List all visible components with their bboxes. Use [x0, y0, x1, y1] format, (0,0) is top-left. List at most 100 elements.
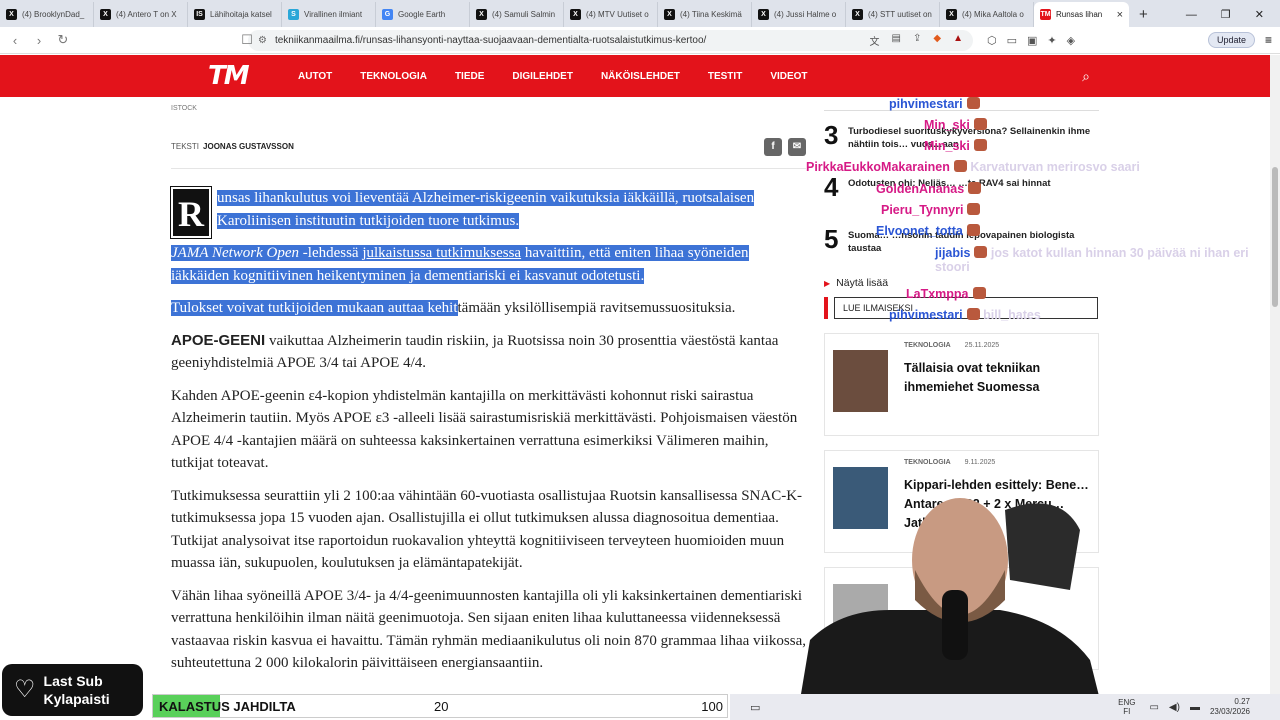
tab-label: (4) Jussi Halme o: [774, 10, 837, 19]
author-label: TEKSTI: [171, 141, 200, 151]
browser-tab[interactable]: X (4) BrooklynDad_: [0, 2, 94, 27]
browser-tab[interactable]: X (4) Mika Aaltola o: [940, 2, 1034, 27]
chat-username: jijabis: [935, 246, 971, 260]
network-icon[interactable]: ▭: [1149, 702, 1158, 713]
chat-text: bill_hates: [983, 308, 1041, 322]
paragraph-6: Tutkimuksessa seurattiin yli 2 100:aa vä…: [171, 487, 803, 572]
chat-message: GoldenAnanas: [876, 182, 1276, 196]
browser-toolbar: ‹ › ↻ ☐ ⚙ tekniikanmaailma.fi/runsas-lih…: [0, 27, 1280, 54]
share-buttons: f ✉: [764, 138, 806, 156]
ad-accent-bar: [824, 297, 828, 319]
browser-tab[interactable]: X (4) Samuli Salmin: [470, 2, 564, 27]
menu-item-digilehdet[interactable]: DIGILEHDET: [498, 71, 587, 82]
site-info-icon[interactable]: ⚙: [258, 35, 267, 46]
language-indicator[interactable]: ENG FI: [1118, 698, 1135, 716]
wallet-icon[interactable]: ▣: [1027, 34, 1037, 47]
share-icon[interactable]: ⇪: [913, 33, 921, 48]
chat-emote-icon: [974, 246, 988, 258]
subheading-apoe: APOE-GEENI: [171, 331, 266, 349]
browser-tab[interactable]: S Virallinen ilmiant: [282, 2, 376, 27]
chat-username: Elvoonet_totta: [876, 224, 963, 238]
site-header: TM AUTOT TEKNOLOGIA TIEDE DIGILEHDET NÄKÖISL…: [0, 55, 1270, 97]
study-link[interactable]: julkaistussa tutkimuksessa: [362, 245, 521, 261]
translate-icon[interactable]: 文: [870, 33, 880, 48]
taskbar-tray: ▭ ENG FI ▭ ◀) ▬ 0.27 23/03/2026: [730, 694, 1280, 720]
leo-icon[interactable]: ✦: [1047, 34, 1056, 47]
back-icon[interactable]: ‹: [8, 33, 22, 48]
chat-username: Pieru_Tynnyri: [881, 203, 964, 217]
card-meta: TEKNOLOGIA 25.11.2025: [904, 342, 1090, 349]
tab-label: (4) Samuli Salmin: [492, 10, 556, 19]
last-sub-widget: ♡ Last Sub Kylapaisti: [2, 664, 143, 716]
article: ISTOCK TEKSTI JOONAS GUSTAVSSON f ✉ R un…: [170, 97, 806, 685]
browser-tab[interactable]: X (4) Antero T on X: [94, 2, 188, 27]
tab-favicon-icon: X: [852, 9, 863, 20]
vpn-icon[interactable]: ◈: [1067, 34, 1075, 47]
heart-icon: ♡: [14, 676, 36, 703]
article-card[interactable]: TEKNOLOGIA 25.11.2025 Tällaisia ovat tekni…: [824, 333, 1099, 436]
brave-shield-icon[interactable]: ◆: [933, 33, 941, 48]
dropcap: R: [170, 186, 212, 239]
new-tab-button[interactable]: +: [1129, 2, 1158, 27]
menu-item-näköislehdet[interactable]: NÄKÖISLEHDET: [587, 71, 694, 82]
card-date: 25.11.2025: [964, 342, 1000, 349]
menu-item-teknologia[interactable]: TEKNOLOGIA: [346, 71, 441, 82]
extensions-icon[interactable]: ⬡: [987, 34, 997, 47]
tab-close-icon[interactable]: ×: [1117, 9, 1123, 21]
card-title: Tällaisia ovat tekniikan ihmemiehet Suom…: [904, 361, 1041, 394]
browser-tab[interactable]: X (4) Tiina Keskimä: [658, 2, 752, 27]
card-image: [833, 350, 888, 412]
volume-icon[interactable]: ◀): [1169, 702, 1180, 713]
menu-item-testit[interactable]: TESTIT: [694, 71, 756, 82]
menu-item-autot[interactable]: AUTOT: [284, 71, 346, 82]
browser-tab[interactable]: G Google Earth: [376, 2, 470, 27]
terminal-icon[interactable]: ▭: [750, 701, 760, 714]
tab-label: Lähihoitaja katsel: [210, 10, 272, 19]
paragraph-2: JAMA Network Open -lehdessä julkaistussa…: [171, 242, 806, 287]
microphone-icon: [942, 590, 968, 660]
menu-item-tiede[interactable]: TIEDE: [441, 71, 498, 82]
facebook-share-icon[interactable]: f: [764, 138, 782, 156]
lead-paragraph: R unsas lihankulutus voi lieventää Alzhe…: [170, 186, 806, 239]
rank-number: 5: [824, 224, 839, 254]
chat-emote-icon: [968, 182, 982, 194]
site-logo[interactable]: TM: [208, 61, 268, 91]
update-button[interactable]: Update: [1207, 32, 1255, 48]
chat-emote-icon: [966, 97, 980, 109]
card-date: 9.11.2025: [964, 459, 996, 466]
battery-icon[interactable]: ▬: [1190, 702, 1200, 713]
clock-time: 0.27: [1234, 697, 1250, 706]
minimize-icon[interactable]: —: [1186, 9, 1197, 21]
browser-tab[interactable]: X (4) MTV Uutiset o: [564, 2, 658, 27]
card-category: TEKNOLOGIA: [904, 342, 951, 349]
email-share-icon[interactable]: ✉: [788, 138, 806, 156]
address-bar[interactable]: ⚙ tekniikanmaailma.fi/runsas-lihansyonti…: [248, 29, 973, 51]
browser-tab[interactable]: TM Runsas lihan ×: [1034, 2, 1129, 27]
chat-username: pihvimestari: [889, 308, 963, 322]
menu-item-videot[interactable]: VIDEOT: [756, 71, 821, 82]
browser-tab[interactable]: IS Lähihoitaja katsel: [188, 2, 282, 27]
sidebar-icon[interactable]: ▭: [1007, 34, 1017, 47]
card-category: TEKNOLOGIA: [904, 459, 951, 466]
close-window-icon[interactable]: ✕: [1255, 8, 1264, 21]
browser-tab[interactable]: X (4) Jussi Halme o: [752, 2, 846, 27]
bookmark-icon[interactable]: ☐: [240, 32, 254, 48]
chat-username: GoldenAnanas: [876, 182, 965, 196]
clock[interactable]: 0.27 23/03/2026: [1210, 697, 1250, 717]
maximize-icon[interactable]: ❐: [1221, 8, 1231, 21]
paragraph-3: Tulokset voivat tutkijoiden mukaan autta…: [171, 297, 806, 320]
menu-icon[interactable]: ≡: [1265, 33, 1272, 47]
tab-label: Google Earth: [398, 10, 446, 19]
tab-label: (4) BrooklynDad_: [22, 10, 85, 19]
forward-icon[interactable]: ›: [32, 33, 46, 48]
rewards-icon[interactable]: ▲: [953, 33, 963, 48]
reader-icon[interactable]: ▤: [892, 33, 901, 48]
reload-icon[interactable]: ↻: [56, 32, 70, 48]
paragraph-3-rest: tämään yksilöllisempiä ravitsemussuositu…: [457, 300, 736, 316]
browser-tab[interactable]: X (4) STT uutiset on: [846, 2, 940, 27]
search-icon[interactable]: ⌕: [1082, 68, 1090, 85]
most-read-item[interactable]: 4 Odotusten ohi: Neljäs… …ta RAV4 sai hin…: [824, 173, 1099, 225]
tab-favicon-icon: X: [570, 9, 581, 20]
triangle-icon: ▶: [824, 278, 831, 288]
paragraph-7: Vähän lihaa syöneillä APOE 3/4- ja 4/4-g…: [171, 587, 806, 672]
